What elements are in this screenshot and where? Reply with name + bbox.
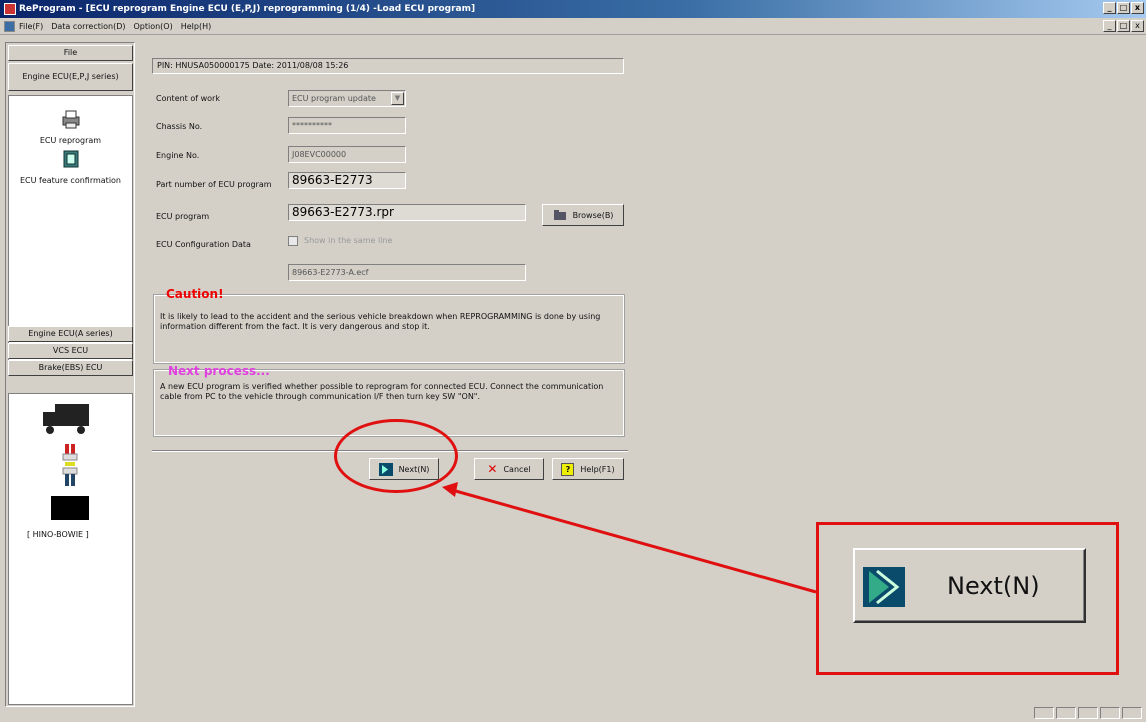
next-arrow-icon — [863, 567, 905, 607]
status-bar — [1034, 707, 1142, 719]
status-cell — [1122, 707, 1142, 719]
status-cell — [1034, 707, 1054, 719]
status-cell — [1056, 707, 1076, 719]
status-cell — [1078, 707, 1098, 719]
callout-next-label: Next(N) — [947, 571, 1040, 600]
status-cell — [1100, 707, 1120, 719]
callout-box: Next(N) — [816, 522, 1119, 675]
callout-next-button[interactable]: Next(N) — [853, 548, 1086, 623]
